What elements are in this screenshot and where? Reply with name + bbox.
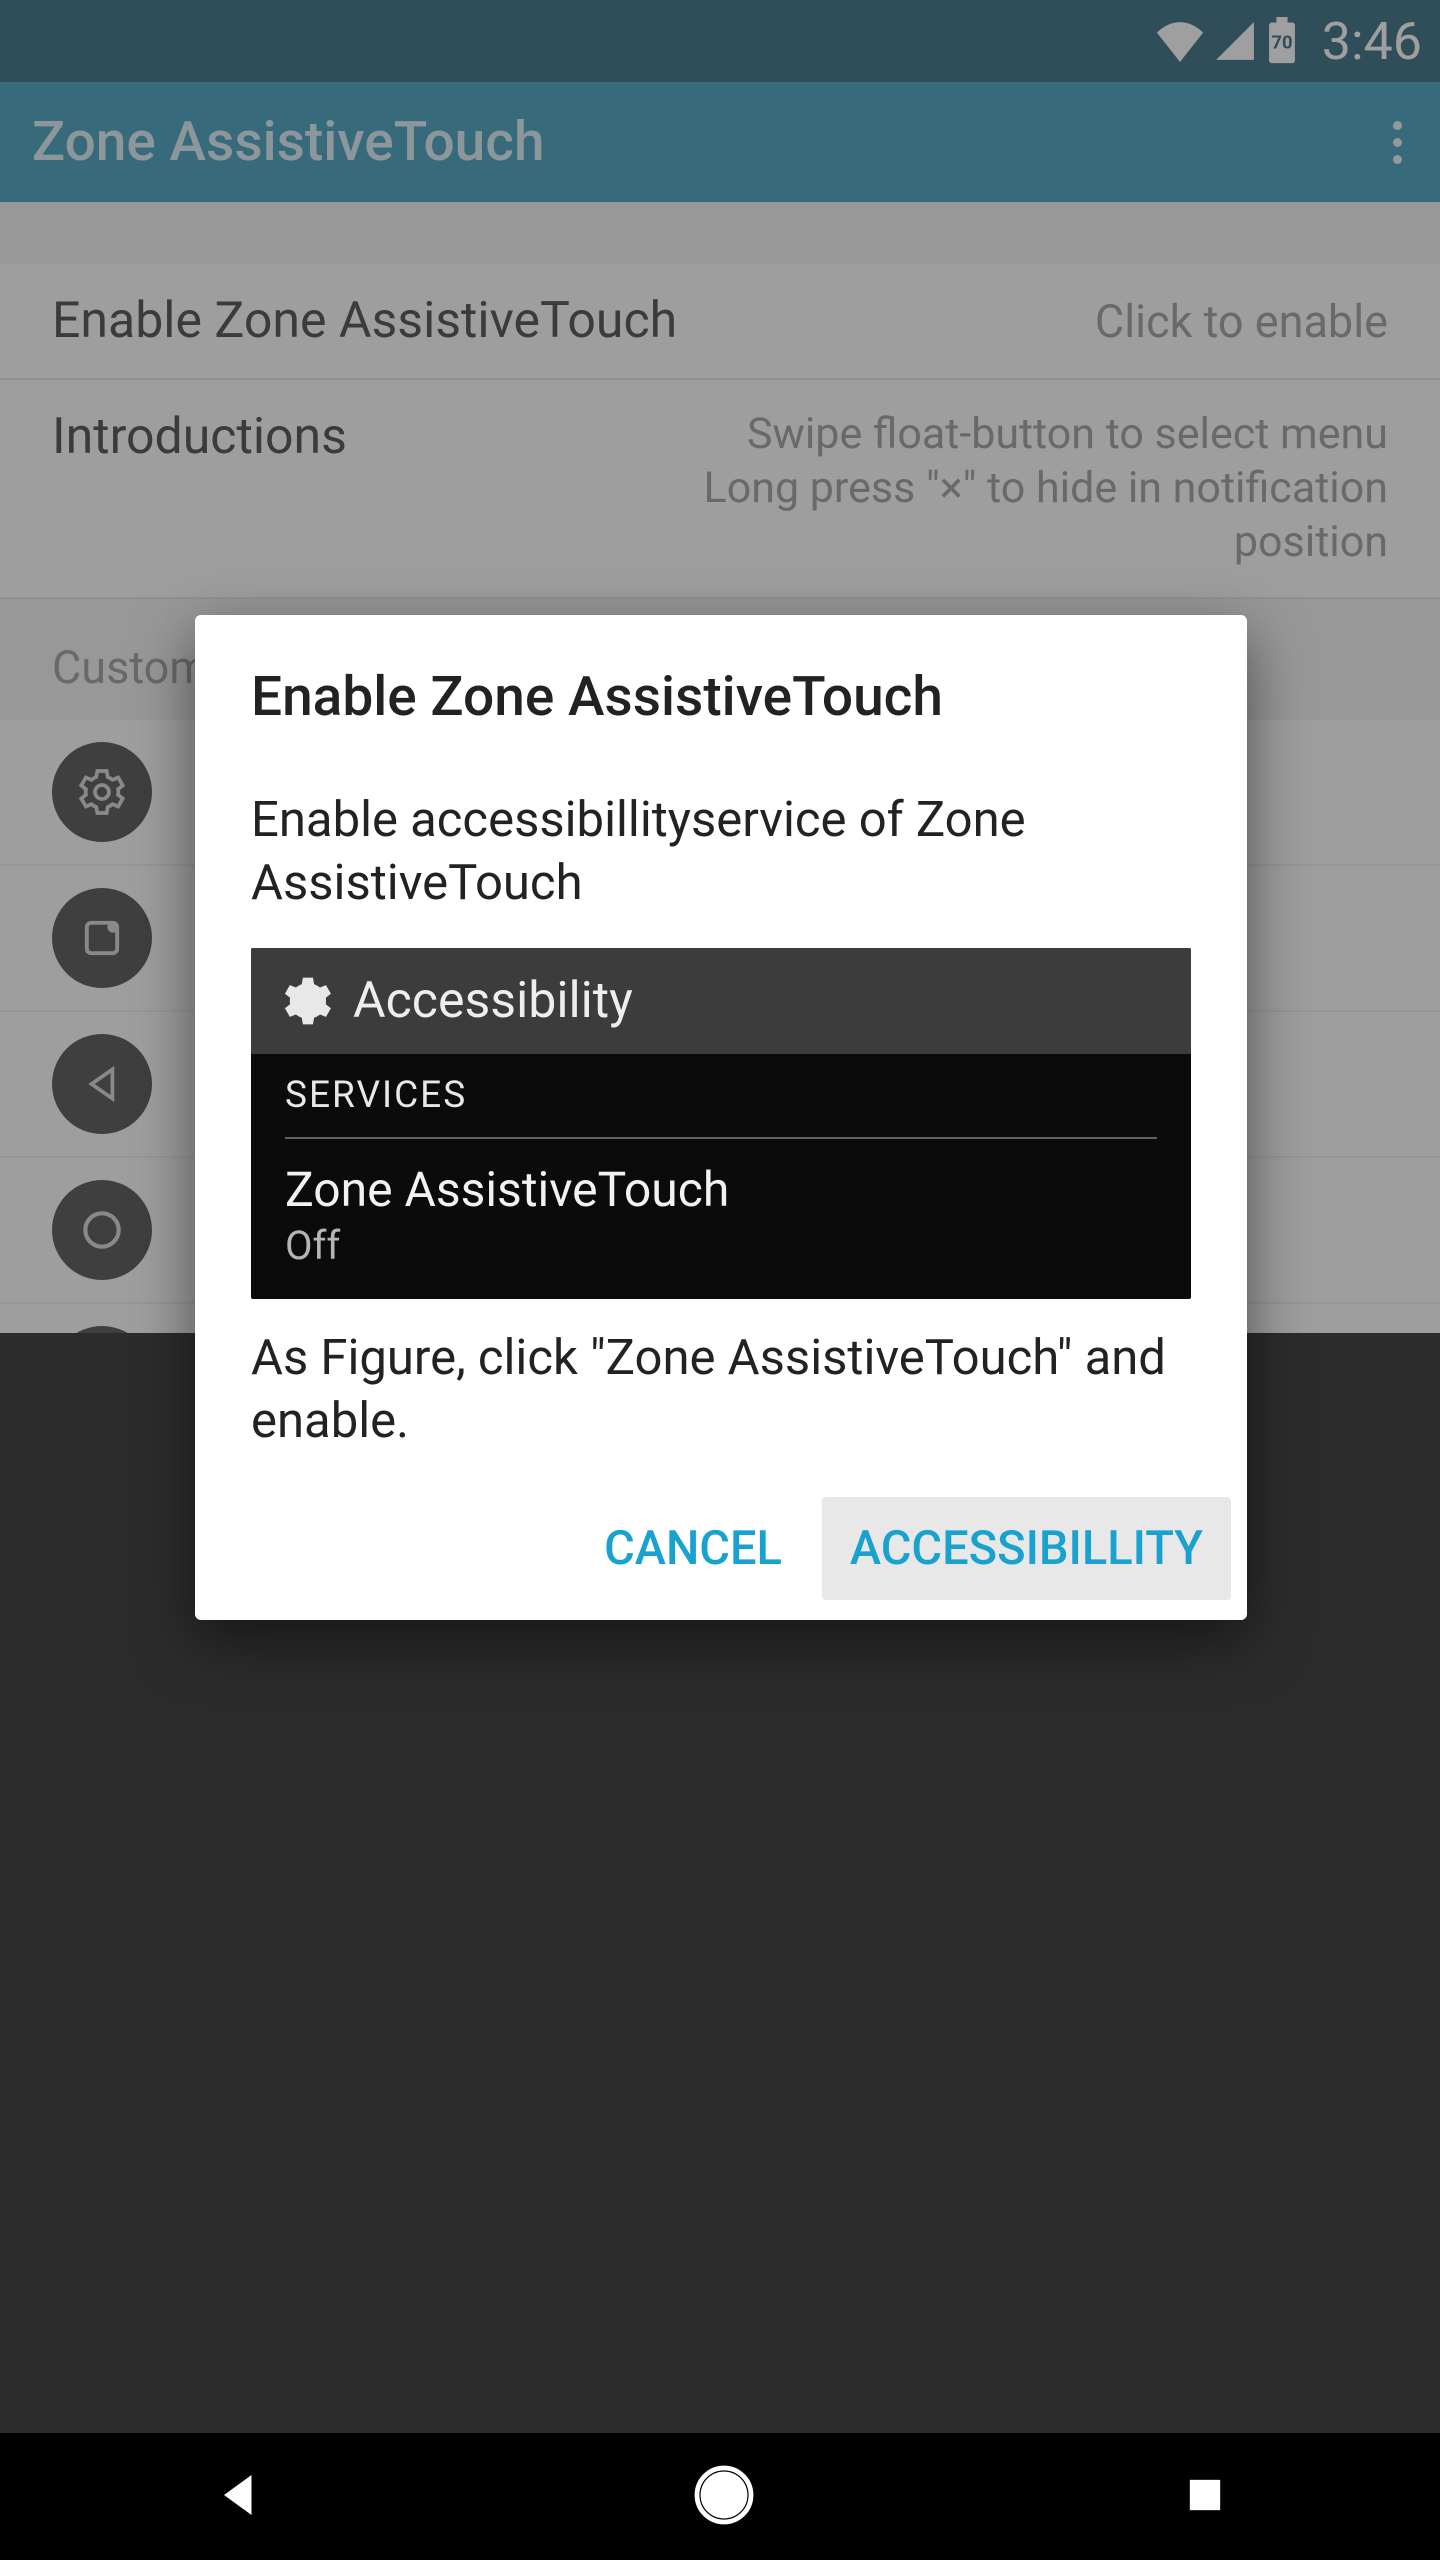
- figure-header-label: Accessibility: [353, 972, 633, 1030]
- figure-item: Zone AssistiveTouch Off: [251, 1139, 1191, 1299]
- dialog-line2: As Figure, click "Zone AssistiveTouch" a…: [251, 1327, 1191, 1452]
- figure-item-sub: Off: [285, 1222, 1157, 1269]
- nav-back-button[interactable]: [209, 2465, 269, 2529]
- figure-section-label: SERVICES: [285, 1074, 1157, 1117]
- nav-recents-button[interactable]: [1179, 2469, 1231, 2525]
- cancel-button[interactable]: CANCEL: [576, 1497, 810, 1600]
- enable-dialog: Enable Zone AssistiveTouch Enable access…: [195, 615, 1247, 1620]
- gear-icon: [277, 973, 333, 1029]
- dialog-line1: Enable accessibillityservice of Zone Ass…: [251, 789, 1191, 914]
- nav-home-button[interactable]: [688, 2459, 760, 2535]
- navigation-bar: [0, 2433, 1440, 2560]
- figure-section: SERVICES: [251, 1054, 1191, 1125]
- dialog-body: Enable accessibillityservice of Zone Ass…: [195, 789, 1247, 1453]
- accessibility-button[interactable]: ACCESSIBILLITY: [822, 1497, 1231, 1600]
- accessibility-figure: Accessibility SERVICES Zone AssistiveTou…: [251, 948, 1191, 1299]
- dialog-actions: CANCEL ACCESSIBILLITY: [195, 1453, 1247, 1620]
- figure-item-title: Zone AssistiveTouch: [285, 1161, 1157, 1218]
- figure-header: Accessibility: [251, 948, 1191, 1054]
- screen: 70 3:46 Zone AssistiveTouch Enable Zone …: [0, 0, 1440, 2560]
- dialog-title: Enable Zone AssistiveTouch: [195, 615, 1247, 789]
